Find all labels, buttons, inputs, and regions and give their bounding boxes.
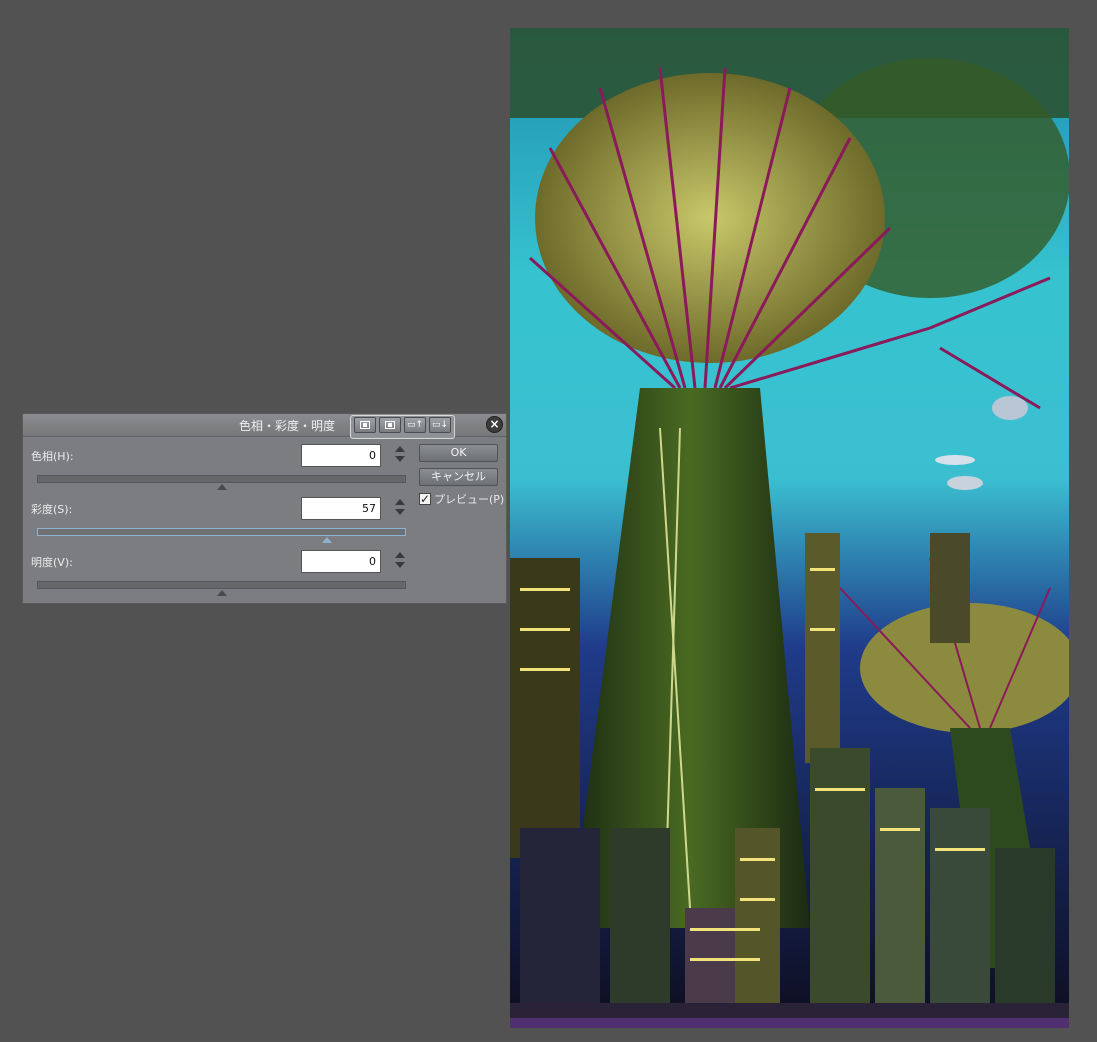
frame-icon bbox=[360, 421, 370, 429]
preview-checkbox-row[interactable]: ✓ プレビュー(P) bbox=[419, 491, 504, 507]
brightness-spinner[interactable] bbox=[394, 552, 406, 572]
brightness-input[interactable]: 0 bbox=[301, 550, 381, 573]
save-preset-button[interactable]: ▭↑ bbox=[404, 417, 426, 433]
preview-label: プレビュー(P) bbox=[434, 493, 505, 506]
hue-label: 色相(H): bbox=[31, 450, 74, 463]
brightness-label: 明度(V): bbox=[31, 556, 73, 569]
load-preset-button[interactable]: ▭↓ bbox=[429, 417, 451, 433]
hue-slider-thumb[interactable] bbox=[216, 484, 227, 490]
saturation-spinner[interactable] bbox=[394, 499, 406, 519]
load-preset-icon: ▭↓ bbox=[431, 420, 449, 430]
frame-icon bbox=[385, 421, 395, 429]
saturation-slider-thumb[interactable] bbox=[321, 537, 332, 543]
hue-saturation-brightness-dialog: 色相・彩度・明度 ▭↑ ▭↓ × 色相(H): 0 彩度(S): 57 明度(V… bbox=[22, 413, 507, 604]
hue-input[interactable]: 0 bbox=[301, 444, 381, 467]
brightness-slider[interactable] bbox=[37, 581, 406, 589]
close-icon: × bbox=[489, 417, 500, 431]
saturation-slider[interactable] bbox=[37, 528, 406, 536]
preview-checkbox[interactable]: ✓ bbox=[419, 493, 431, 505]
spinner-up-icon[interactable] bbox=[395, 446, 405, 452]
save-preset-icon: ▭↑ bbox=[406, 420, 424, 430]
spinner-up-icon[interactable] bbox=[395, 499, 405, 505]
canvas-artwork bbox=[510, 28, 1069, 1028]
saturation-label: 彩度(S): bbox=[31, 503, 73, 516]
spinner-up-icon[interactable] bbox=[395, 552, 405, 558]
dialog-titlebar[interactable]: 色相・彩度・明度 ▭↑ ▭↓ × bbox=[23, 414, 506, 439]
saturation-input[interactable]: 57 bbox=[301, 497, 381, 520]
cancel-button[interactable]: キャンセル bbox=[419, 468, 498, 486]
close-button[interactable]: × bbox=[486, 416, 503, 433]
dialog-mode-2-button[interactable] bbox=[379, 417, 401, 433]
dialog-title: 色相・彩度・明度 bbox=[238, 419, 335, 433]
canvas-image[interactable] bbox=[510, 28, 1069, 1028]
spinner-down-icon[interactable] bbox=[395, 562, 405, 568]
dialog-mode-1-button[interactable] bbox=[354, 417, 376, 433]
hue-slider[interactable] bbox=[37, 475, 406, 483]
dialog-mode-toolbar: ▭↑ ▭↓ bbox=[350, 415, 455, 439]
hue-spinner[interactable] bbox=[394, 446, 406, 466]
spinner-down-icon[interactable] bbox=[395, 456, 405, 462]
ok-button[interactable]: OK bbox=[419, 444, 498, 462]
spinner-down-icon[interactable] bbox=[395, 509, 405, 515]
brightness-slider-thumb[interactable] bbox=[216, 590, 227, 596]
